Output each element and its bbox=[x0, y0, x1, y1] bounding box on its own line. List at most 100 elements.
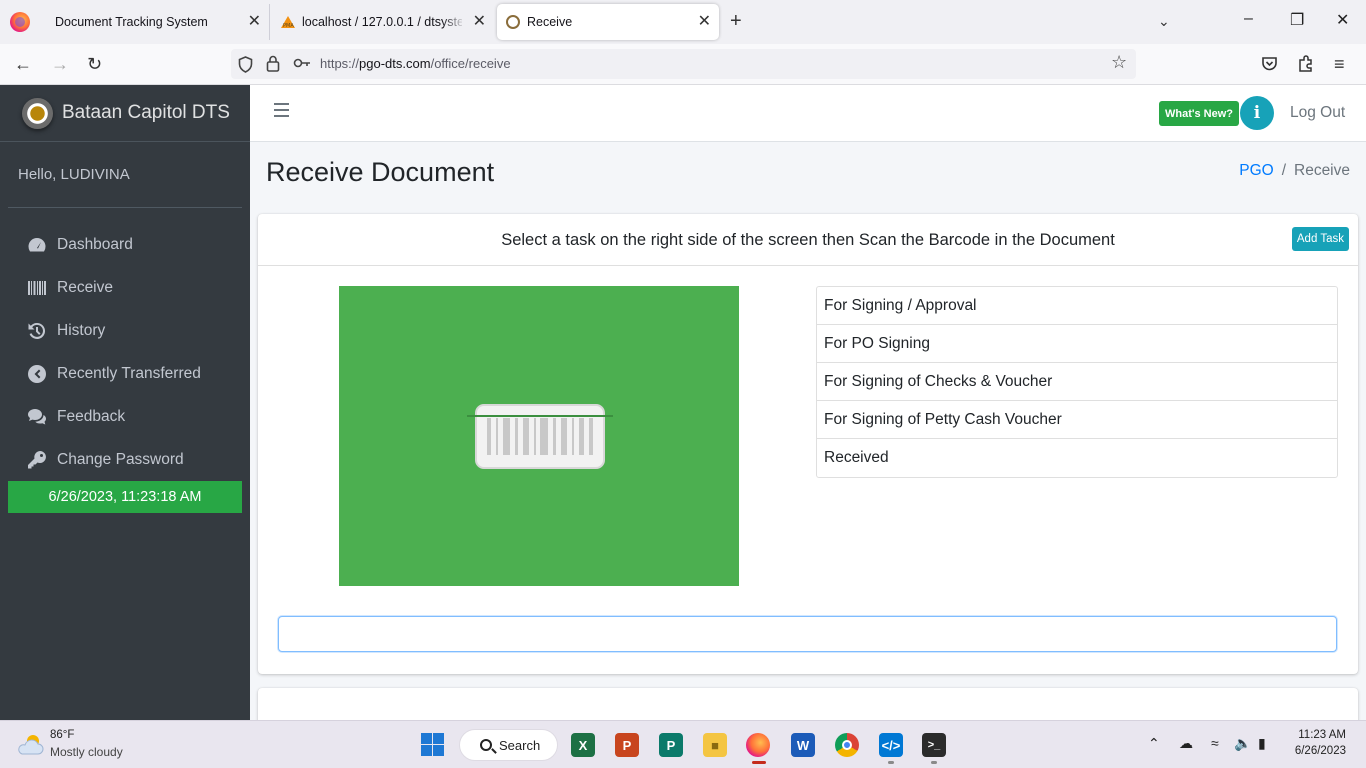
firefox-icon[interactable] bbox=[10, 12, 30, 32]
main-header: What's New? i Log Out bbox=[250, 85, 1366, 142]
list-all-tabs-chevron-icon[interactable]: ⌄ bbox=[1158, 13, 1170, 30]
shield-icon[interactable] bbox=[238, 56, 253, 73]
cloud-sync-icon[interactable]: ☁ bbox=[1179, 735, 1193, 752]
task-item-signing-checks-voucher[interactable]: For Signing of Checks & Voucher bbox=[817, 363, 1337, 401]
app-menu-hamburger-icon[interactable]: ≡ bbox=[1334, 53, 1345, 75]
new-tab-plus-icon[interactable]: + bbox=[730, 10, 742, 33]
sidebar-item-dashboard[interactable]: Dashboard bbox=[0, 223, 250, 266]
permissions-key-icon[interactable] bbox=[293, 57, 311, 69]
battery-icon[interactable]: ▮ bbox=[1258, 735, 1266, 752]
tab-title: Document Tracking System bbox=[55, 15, 208, 29]
forward-arrow-icon[interactable]: → bbox=[51, 53, 69, 75]
tab-document-tracking-system[interactable]: Document Tracking System ✕ bbox=[42, 4, 270, 40]
tab-close-icon[interactable]: ✕ bbox=[473, 13, 486, 31]
breadcrumb: PGO / Receive bbox=[1239, 162, 1350, 180]
breadcrumb-link-pgo[interactable]: PGO bbox=[1239, 162, 1273, 179]
reload-icon[interactable]: ↻ bbox=[87, 53, 102, 75]
excel-icon[interactable]: X bbox=[571, 733, 595, 757]
tray-chevron-up-icon[interactable]: ⌃ bbox=[1148, 735, 1160, 752]
browser-tab-bar: Document Tracking System ✕ PMA localhost… bbox=[0, 0, 1366, 44]
breadcrumb-separator: / bbox=[1281, 162, 1286, 179]
extensions-puzzle-icon[interactable] bbox=[1298, 55, 1314, 72]
sidebar-item-label: Recently Transferred bbox=[57, 364, 201, 382]
sidebar-menu: Dashboard Receive History Recently Trans… bbox=[0, 208, 250, 481]
brand-link[interactable]: Bataan Capitol DTS bbox=[0, 85, 250, 142]
sidebar-item-label: History bbox=[57, 321, 106, 339]
bataan-seal-logo bbox=[22, 97, 53, 129]
sidebar-item-receive[interactable]: Receive bbox=[0, 266, 250, 309]
history-icon bbox=[28, 322, 46, 339]
back-arrow-icon[interactable]: ← bbox=[14, 53, 32, 75]
tab-phpmyadmin[interactable]: PMA localhost / 127.0.0.1 / dtsystem ✕ bbox=[271, 4, 494, 40]
chrome-icon[interactable] bbox=[835, 733, 859, 757]
user-panel: Hello, LUDIVINA bbox=[8, 142, 242, 208]
sidebar-item-label: Change Password bbox=[57, 450, 184, 468]
phpmyadmin-icon: PMA bbox=[281, 16, 295, 29]
sidebar-item-feedback[interactable]: Feedback bbox=[0, 395, 250, 438]
scan-instruction: Select a task on the right side of the s… bbox=[501, 231, 1115, 249]
sidebar-toggle-hamburger-icon[interactable] bbox=[274, 103, 289, 117]
barcode-icon bbox=[475, 404, 605, 469]
svg-text:PMA: PMA bbox=[283, 23, 294, 29]
sidebar-item-label: Dashboard bbox=[57, 235, 133, 253]
barcode-input[interactable] bbox=[278, 616, 1337, 652]
file-explorer-icon[interactable]: ■ bbox=[703, 733, 727, 757]
tab-title: localhost / 127.0.0.1 / dtsystem bbox=[302, 15, 462, 29]
seal-favicon-icon bbox=[506, 15, 520, 29]
task-item-signing-approval[interactable]: For Signing / Approval bbox=[817, 287, 1337, 325]
task-item-po-signing[interactable]: For PO Signing bbox=[817, 325, 1337, 363]
taskbar-search[interactable]: Search bbox=[459, 729, 558, 761]
receive-card: Select a task on the right side of the s… bbox=[258, 214, 1358, 674]
user-greeting: Hello, LUDIVINA bbox=[18, 166, 130, 183]
weather-temp: 86°F bbox=[50, 729, 75, 741]
sidebar: Bataan Capitol DTS Hello, LUDIVINA Dashb… bbox=[0, 85, 250, 720]
tab-title: Receive bbox=[527, 15, 573, 29]
volume-icon[interactable]: 🔈 bbox=[1234, 735, 1251, 752]
tray-time[interactable]: 11:23 AM bbox=[1294, 729, 1346, 741]
breadcrumb-current: Receive bbox=[1294, 162, 1350, 179]
sidebar-item-change-password[interactable]: Change Password bbox=[0, 438, 250, 481]
url-bar[interactable]: https://pgo-dts.com/office/receive ☆ bbox=[231, 49, 1136, 79]
whats-new-button[interactable]: What's New? bbox=[1159, 101, 1240, 126]
add-task-button[interactable]: Add Task bbox=[1291, 227, 1349, 251]
wifi-icon[interactable]: ≈ bbox=[1211, 735, 1219, 751]
firefox-taskbar-icon[interactable] bbox=[746, 733, 770, 757]
vscode-icon[interactable]: </> bbox=[879, 733, 903, 757]
sidebar-item-label: Feedback bbox=[57, 407, 126, 425]
word-icon[interactable]: W bbox=[791, 733, 815, 757]
chevron-left-circle-icon bbox=[28, 364, 46, 383]
barcode-scanner-illustration bbox=[339, 286, 739, 586]
pocket-icon[interactable] bbox=[1261, 56, 1278, 72]
tab-close-icon[interactable]: ✕ bbox=[698, 13, 711, 31]
sidebar-item-recently-transferred[interactable]: Recently Transferred bbox=[0, 352, 250, 395]
tray-date[interactable]: 6/26/2023 bbox=[1284, 745, 1346, 757]
dashboard-icon bbox=[28, 237, 46, 251]
scan-line bbox=[467, 415, 613, 417]
sidebar-item-history[interactable]: History bbox=[0, 309, 250, 352]
windows-start-icon[interactable] bbox=[421, 733, 444, 756]
tab-receive[interactable]: Receive ✕ bbox=[497, 4, 719, 40]
taskbar-search-label: Search bbox=[499, 737, 541, 753]
url-text: https://pgo-dts.com/office/receive bbox=[320, 56, 511, 71]
logout-link[interactable]: Log Out bbox=[1290, 104, 1345, 122]
card-header: Select a task on the right side of the s… bbox=[258, 214, 1358, 266]
key-icon bbox=[28, 450, 46, 468]
info-icon[interactable]: i bbox=[1240, 96, 1274, 130]
window-close-icon[interactable]: ✕ bbox=[1336, 10, 1349, 30]
tab-close-icon[interactable]: ✕ bbox=[248, 13, 261, 31]
url-host: pgo-dts.com bbox=[359, 56, 431, 71]
bookmark-star-icon[interactable]: ☆ bbox=[1111, 52, 1127, 73]
minimize-icon[interactable]: – bbox=[1244, 10, 1253, 28]
powerpoint-icon[interactable]: P bbox=[615, 733, 639, 757]
restore-icon[interactable]: ❐ bbox=[1290, 10, 1304, 30]
url-path: /office/receive bbox=[430, 56, 511, 71]
task-item-received[interactable]: Received bbox=[817, 439, 1337, 477]
publisher-icon[interactable]: P bbox=[659, 733, 683, 757]
weather-cloud-sun-icon[interactable] bbox=[16, 733, 44, 755]
url-scheme: https:// bbox=[320, 56, 360, 71]
windows-taskbar: 86°F Mostly cloudy Search X P P ■ W </> … bbox=[0, 720, 1366, 768]
browser-nav-bar: ← → ↻ https://pgo-dts.com/office/receive… bbox=[0, 44, 1366, 85]
task-item-signing-petty-cash[interactable]: For Signing of Petty Cash Voucher bbox=[817, 401, 1337, 439]
terminal-icon[interactable]: >_ bbox=[922, 733, 946, 757]
lock-icon[interactable] bbox=[266, 55, 280, 72]
